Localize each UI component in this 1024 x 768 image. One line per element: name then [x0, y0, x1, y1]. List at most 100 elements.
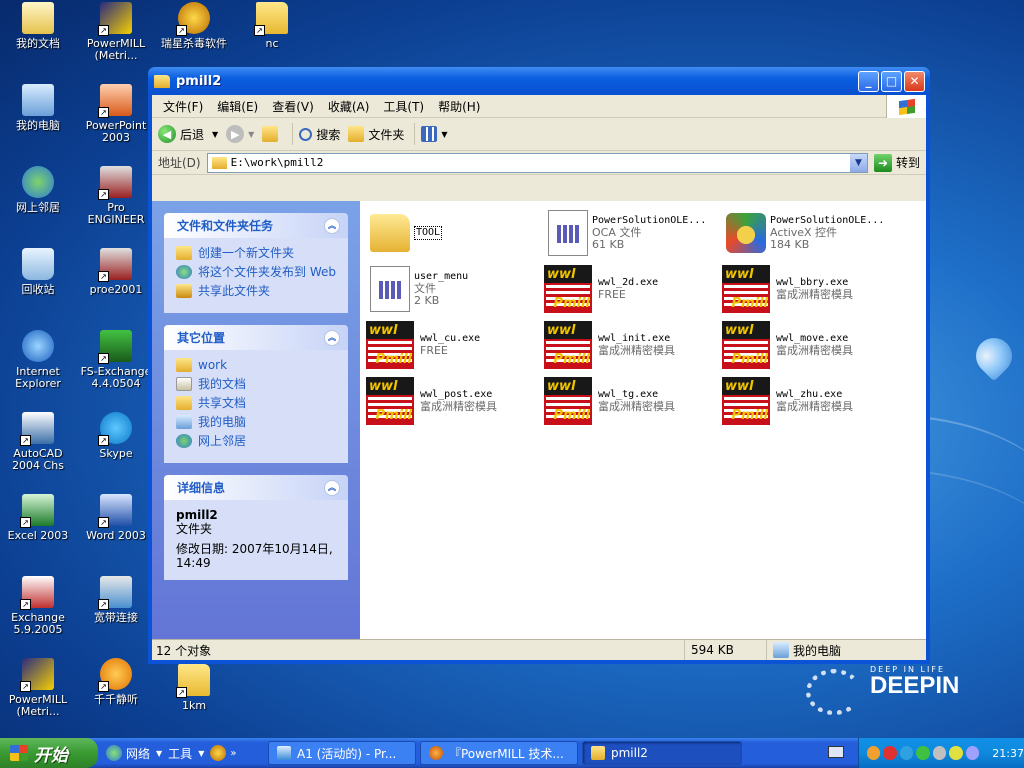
forward-button[interactable]: ▶ ▼: [226, 125, 254, 143]
more-chevron-icon[interactable]: »: [230, 748, 236, 759]
powermill-icon: ↗: [20, 658, 54, 692]
tray-app-icon[interactable]: [867, 746, 881, 760]
menu-view[interactable]: 查看(V): [265, 98, 321, 115]
desktop-icon-nc[interactable]: ↗ nc: [234, 2, 310, 50]
desktop-icon-proe2001[interactable]: ↗ proe2001: [78, 248, 154, 296]
wwl-pmill-icon: wwl Pmill: [544, 321, 592, 369]
status-bar: 12 个对象 594 KB 我的电脑: [152, 639, 926, 660]
taskbar-task[interactable]: 『PowerMILL 技术...: [420, 741, 578, 765]
desktop-icon-rising-antivirus[interactable]: ↗ 瑞星杀毒软件: [156, 2, 232, 50]
file-item[interactable]: PowerSolutionOLE... OCA 文件 61 KB: [544, 207, 720, 259]
place-work[interactable]: work: [176, 358, 336, 372]
desktop-icon-ttplayer[interactable]: ↗ 千千静听: [78, 658, 154, 706]
place-my-computer[interactable]: 我的电脑: [176, 415, 336, 429]
window-titlebar[interactable]: pmill2 _ □ ✕: [148, 67, 930, 95]
status-location: 我的电脑: [766, 640, 926, 660]
desktop-icon-exchange[interactable]: ↗ Exchange 5.9.2005: [0, 576, 76, 636]
desktop-icon-1km[interactable]: ↗ 1km: [156, 664, 232, 712]
desktop-icon-network[interactable]: 网上邻居: [0, 166, 76, 214]
file-item[interactable]: wwl Pmill wwl_post.exe 富成洲精密模具: [366, 375, 542, 427]
task-share-folder[interactable]: 共享此文件夹: [176, 284, 336, 298]
place-shared-documents[interactable]: 共享文档: [176, 396, 336, 410]
system-tray: 21:37: [858, 738, 1024, 768]
collapse-chevron-icon[interactable]: ︽: [324, 479, 340, 496]
minimize-button[interactable]: _: [858, 70, 879, 92]
collapse-chevron-icon[interactable]: ︽: [324, 329, 340, 346]
dropdown-arrow-icon[interactable]: ▼: [248, 130, 254, 139]
tray-app-icon[interactable]: [916, 746, 930, 760]
maximize-button[interactable]: □: [881, 70, 902, 92]
recycle-bin-icon: [22, 248, 54, 280]
menu-tools[interactable]: 工具(T): [376, 98, 431, 115]
desktop-icon-word[interactable]: ↗ Word 2003: [78, 494, 154, 542]
oca-file-icon: [548, 210, 588, 256]
up-folder-button[interactable]: [262, 126, 282, 142]
dropdown-arrow-icon[interactable]: ▼: [212, 130, 218, 139]
desktop-icon-autocad[interactable]: ↗ AutoCAD 2004 Chs: [0, 412, 76, 472]
tray-app-icon[interactable]: [949, 746, 963, 760]
go-button[interactable]: ➜ 转到: [873, 153, 920, 172]
file-item[interactable]: wwl Pmill wwl_2d.exe FREE: [544, 263, 720, 315]
panel-header[interactable]: 文件和文件夹任务 ︽: [164, 213, 348, 238]
file-item[interactable]: PowerSolutionOLE... ActiveX 控件 184 KB: [722, 207, 898, 259]
other-places-panel: 其它位置 ︽ work 我的文档 共享文档 我的电脑 网上邻居: [164, 325, 348, 463]
task-new-folder[interactable]: 创建一个新文件夹: [176, 246, 336, 260]
taskbar-task[interactable]: A1 (活动的) - Pr...: [268, 741, 416, 765]
desktop-icon-powermill[interactable]: ↗ PowerMILL (Metri...: [78, 2, 154, 62]
menu-edit[interactable]: 编辑(E): [210, 98, 265, 115]
file-item[interactable]: wwl Pmill wwl_init.exe 富成洲精密模具: [544, 319, 720, 371]
place-my-documents[interactable]: 我的文档: [176, 377, 336, 391]
desktop-icon-powermill-2[interactable]: ↗ PowerMILL (Metri...: [0, 658, 76, 718]
taskbar-task-active[interactable]: pmill2: [582, 741, 742, 765]
task-publish-web[interactable]: 将这个文件夹发布到 Web: [176, 265, 336, 279]
back-button[interactable]: ◀ 后退 ▼: [158, 125, 218, 143]
views-button[interactable]: ▼: [421, 126, 448, 142]
folders-button[interactable]: 文件夹: [348, 126, 404, 143]
menu-file[interactable]: 文件(F): [156, 98, 210, 115]
network-places-icon: [22, 166, 54, 198]
file-item[interactable]: wwl Pmill wwl_move.exe 富成洲精密模具: [722, 319, 898, 371]
collapse-chevron-icon[interactable]: ︽: [324, 217, 340, 234]
file-item[interactable]: user_menu 文件 2 KB: [366, 263, 542, 315]
file-item[interactable]: wwl Pmill wwl_tg.exe 富成洲精密模具: [544, 375, 720, 427]
desktop-icon-fs-exchange[interactable]: ↗ FS-Exchange 4.4.0504: [78, 330, 154, 390]
network-icon[interactable]: [106, 745, 122, 761]
desktop-icon-my-computer[interactable]: 我的电脑: [0, 84, 76, 132]
address-input[interactable]: E:\work\pmill2 ▼: [206, 152, 868, 173]
tray-volume-icon[interactable]: [965, 746, 980, 760]
desktop-icon-internet-explorer[interactable]: Internet Explorer: [0, 330, 76, 390]
panel-header[interactable]: 详细信息 ︽: [164, 475, 348, 500]
details-modified: 修改日期: 2007年10月14日, 14:49: [176, 542, 333, 570]
panel-header[interactable]: 其它位置 ︽: [164, 325, 348, 350]
desktop-icon-skype[interactable]: ↗ Skype: [78, 412, 154, 460]
tray-network-icon[interactable]: [932, 746, 947, 760]
desktop-icon-broadband[interactable]: ↗ 宽带连接: [78, 576, 154, 624]
dropdown-arrow-icon[interactable]: ▼: [156, 749, 162, 758]
toolbar-network[interactable]: 网络: [126, 745, 150, 762]
file-item[interactable]: wwl Pmill wwl_cu.exe FREE: [366, 319, 542, 371]
close-button[interactable]: ✕: [904, 70, 925, 92]
tray-qq-icon[interactable]: [899, 746, 914, 760]
start-button[interactable]: 开始: [0, 738, 98, 768]
clock[interactable]: 21:37: [992, 747, 1024, 760]
file-item[interactable]: wwl Pmill wwl_bbry.exe 富成洲精密模具: [722, 263, 898, 315]
keyboard-icon[interactable]: [828, 746, 844, 758]
desktop-icon-my-documents[interactable]: 我的文档: [0, 2, 76, 50]
desktop-icon-powerpoint[interactable]: ↗ PowerPoint 2003: [78, 84, 154, 144]
desktop-icon-recycle-bin[interactable]: 回收站: [0, 248, 76, 296]
toolbar-separator: [414, 123, 416, 145]
address-dropdown-button[interactable]: ▼: [849, 153, 867, 172]
toolbar-tools[interactable]: 工具: [168, 745, 192, 762]
desktop-icon-excel[interactable]: ↗ Excel 2003: [0, 494, 76, 542]
search-button[interactable]: 搜索: [299, 126, 340, 143]
place-network[interactable]: 网上邻居: [176, 434, 336, 448]
file-item[interactable]: wwl Pmill wwl_zhu.exe 富成洲精密模具: [722, 375, 898, 427]
tray-app-icon[interactable]: [883, 746, 897, 760]
desktop-icon-pro-engineer[interactable]: ↗ Pro ENGINEER: [78, 166, 154, 226]
dropdown-arrow-icon[interactable]: ▼: [198, 749, 204, 758]
antivirus-lion-icon[interactable]: [210, 745, 227, 761]
menu-help[interactable]: 帮助(H): [431, 98, 487, 115]
file-item[interactable]: TOOL: [366, 207, 542, 259]
menu-favorites[interactable]: 收藏(A): [321, 98, 377, 115]
explorer-window[interactable]: pmill2 _ □ ✕ 文件(F) 编辑(E) 查看(V) 收藏(A) 工具(…: [148, 67, 930, 664]
